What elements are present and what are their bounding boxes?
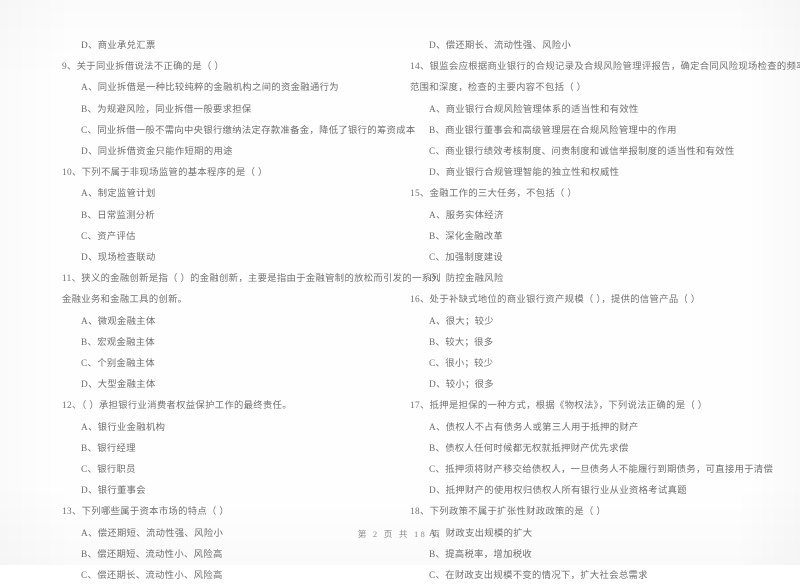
answer-option: A、制定监管计划: [81, 189, 156, 200]
left-column: D、商业承兑汇票 9、关于同业拆借说法不正确的是（ ） A、同业拆借是一种比较纯粹的…: [0, 0, 441, 581]
answer-option: D、偿还期长、流动性强、风险小: [429, 41, 572, 51]
question-stem: 17、抵押是担保的一种方式，根据《物权法》，下列说法正确的是（ ）: [410, 401, 708, 412]
question-stem: 16、处于补缺式地位的商业银行资产规模（ ），提供的信管产品（ ）: [410, 295, 701, 306]
answer-option: D、商业承兑汇票: [81, 41, 156, 51]
answer-option: B、偿还期短、流动性小、风险高: [81, 549, 223, 560]
question-stem: 18、下列政策不属于扩张性财政政策的是（ ）: [410, 507, 606, 518]
answer-option: D、抵押财产的使用权归债权人所有银行业从业资格考试真题: [429, 486, 687, 497]
answer-option: B、债权人任何时候都无权就抵押财产优先求偿: [429, 443, 629, 454]
question-stem: 14、银监会应根据商业银行的合规记录及合规风险管理评报告，确定合同风险现场检查的…: [410, 62, 800, 73]
answer-option: A、银行业金融机构: [81, 422, 166, 433]
answer-option: B、为规避风险，同业拆借一般要求担保: [81, 104, 252, 115]
question-stem: 13、下列哪些属于资本市场的特点（ ）: [62, 507, 230, 518]
answer-option: C、个别金融主体: [81, 359, 156, 370]
answer-option: C、商业银行绩效考核制度、问责制度和诚信举报制度的适当性和有效性: [429, 147, 735, 158]
answer-option: A、债权人不占有债务人或第三人用于抵押的财产: [429, 422, 639, 433]
answer-option: A、商业银行合规风险管理体系的适当性和有效性: [429, 104, 639, 115]
answer-option: D、银行董事会: [81, 486, 146, 497]
answer-option: D、商业银行合规管理智能的独立性和权威性: [429, 168, 620, 179]
answer-option: D、大型金融主体: [81, 380, 156, 391]
question-stem: 15、金融工作的三大任务，不包括（ ）: [410, 189, 578, 200]
answer-option: C、很小；较少: [429, 359, 494, 370]
question-stem-continuation: 金融业务和金融工具的创新。: [62, 295, 188, 306]
answer-option: C、资产评估: [81, 231, 136, 242]
answer-option: C、抵押须将财产移交给债权人，一旦债务人不能履行到期债务，可直接用于清偿: [429, 465, 774, 476]
question-stem: 10、下列不属于非现场监管的基本程序的是（ ）: [62, 168, 268, 179]
answer-option: D、现场检查联动: [81, 253, 156, 264]
answer-option: A、服务实体经济: [429, 210, 504, 221]
question-columns: D、商业承兑汇票 9、关于同业拆借说法不正确的是（ ） A、同业拆借是一种比较纯粹的…: [0, 0, 800, 581]
answer-option: C、在财政支出规模不变的情况下，扩大社会总需求: [429, 571, 648, 582]
question-stem: 12、（ ）承担银行业消费者权益保护工作的最终责任。: [62, 401, 292, 412]
answer-option: B、提高税率，增加税收: [429, 549, 533, 560]
answer-option: C、加强制度建设: [429, 253, 504, 264]
answer-option: C、银行职员: [81, 465, 136, 476]
answer-option: B、商业银行董事会和高级管理层在合规风险管理中的作用: [429, 125, 677, 136]
question-stem: 9、关于同业拆借说法不正确的是（ ）: [62, 62, 225, 73]
answer-option: B、日常监测分析: [81, 210, 156, 221]
question-stem-continuation: 范围和深度，检查的主要内容不包括（ ）: [410, 83, 587, 94]
answer-option: A、同业拆借是一种比较纯粹的金融机构之间的资金融通行为: [81, 83, 339, 94]
page-footer: 第 2 页 共 18 页: [357, 529, 443, 539]
answer-option: C、偿还期长、流动性小、风险高: [81, 571, 223, 582]
answer-option: A、很大；较少: [429, 316, 494, 327]
answer-option: D、同业拆借资金只能作短期的用途: [81, 147, 233, 158]
scanned-page: D、商业承兑汇票 9、关于同业拆借说法不正确的是（ ） A、同业拆借是一种比较纯粹的…: [0, 0, 800, 581]
answer-option: D、较小；很多: [429, 380, 494, 391]
answer-option: B、深化金融改革: [429, 231, 504, 242]
answer-option: C、同业拆借一般不需向中央银行缴纳法定存款准备金，降低了银行的筹资成本: [81, 125, 416, 136]
answer-option: B、银行经理: [81, 443, 136, 454]
answer-option: B、宏观金融主体: [81, 337, 156, 348]
answer-option: B、较大；很多: [429, 337, 494, 348]
question-stem: 11、狭义的金融创新是指（ ）的金融创新，主要是指由于金融管制的放松而引发的一系…: [62, 274, 441, 285]
answer-option: A、微观金融主体: [81, 316, 156, 327]
right-column: D、偿还期长、流动性强、风险小 14、银监会应根据商业银行的合规记录及合规风险管理…: [400, 0, 800, 581]
answer-option: D、防控金融风险: [429, 274, 504, 285]
